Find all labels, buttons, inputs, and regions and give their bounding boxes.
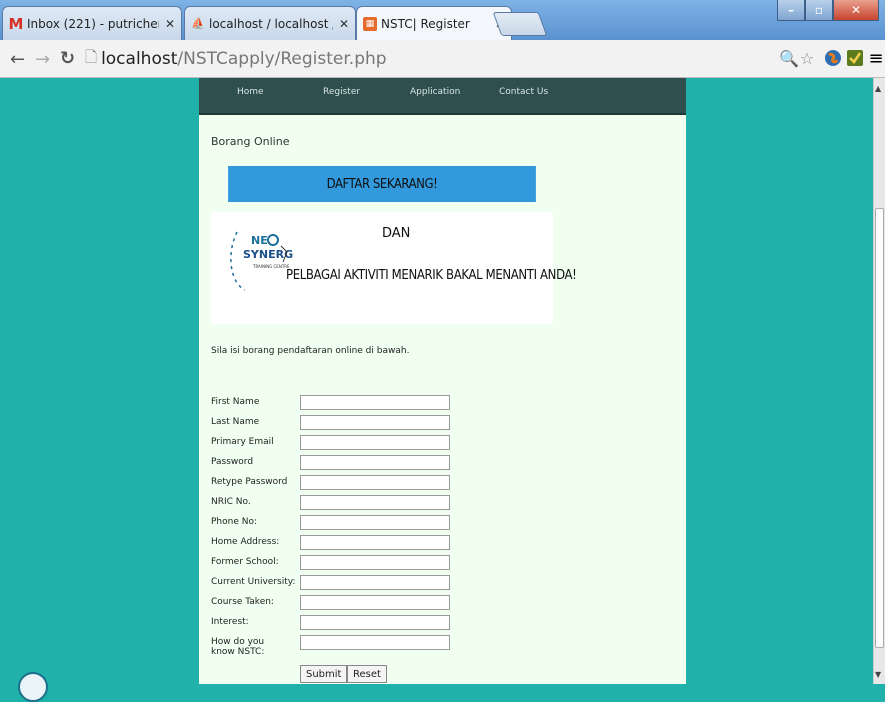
field-label: Primary Email: [211, 437, 274, 447]
url-host: localhost: [101, 49, 178, 69]
neo-synergy-logo: NE SYNERG TRAINING CENTRE: [230, 231, 293, 291]
promo-tagline: PELBAGAI AKTIVITI MENARIK BAKAL MENANTI …: [286, 268, 577, 283]
close-icon[interactable]: ✕: [165, 17, 175, 31]
tab-strip: M Inbox (221) - putrichempa ✕ ⛵ localhos…: [0, 0, 885, 40]
tab-register[interactable]: ▦ NSTC| Register ✕: [356, 6, 512, 40]
password-input[interactable]: [300, 455, 450, 470]
maximize-button[interactable]: ▫: [805, 0, 833, 21]
svg-text:TRAINING CENTRE: TRAINING CENTRE: [252, 264, 290, 269]
nric-input[interactable]: [300, 495, 450, 510]
former-school-input[interactable]: [300, 555, 450, 570]
field-label: Password: [211, 457, 254, 467]
promo-image: NE SYNERG TRAINING CENTRE DAN PELBAGAI A…: [211, 212, 577, 324]
interest-input[interactable]: [300, 615, 450, 630]
page-container: Home Register Application Contact Us Bor…: [199, 78, 686, 684]
how-know-input[interactable]: [300, 635, 450, 650]
current-university-input[interactable]: [300, 575, 450, 590]
email-input[interactable]: [300, 435, 450, 450]
tab-title: localhost / localhost / nsti: [209, 16, 333, 31]
extension-globe-icon[interactable]: [822, 47, 844, 69]
field-label: How do you know NSTC:: [211, 637, 265, 657]
course-taken-input[interactable]: [300, 595, 450, 610]
retype-password-input[interactable]: [300, 475, 450, 490]
close-window-button[interactable]: ✕: [833, 0, 879, 21]
register-banner: DAFTAR SEKARANG!: [228, 166, 536, 202]
menu-icon[interactable]: ≡: [865, 47, 885, 69]
close-icon[interactable]: ✕: [339, 17, 349, 31]
tab-title: Inbox (221) - putrichempa: [27, 16, 159, 31]
site-icon: ▦: [363, 16, 377, 31]
form-row: Last Name: [211, 414, 471, 434]
form-row: How do you know NSTC:: [211, 634, 471, 657]
field-label: Retype Password: [211, 477, 288, 487]
window-controls: – ▫ ✕: [777, 0, 879, 21]
forward-arrow-icon[interactable]: →: [35, 49, 50, 70]
page-title: Borang Online: [211, 135, 290, 148]
star-icon[interactable]: ☆: [796, 47, 818, 69]
intro-text: Sila isi borang pendaftaran online di ba…: [211, 346, 410, 356]
nav-contact-us[interactable]: Contact Us: [499, 87, 548, 97]
gmail-icon: M: [8, 14, 24, 33]
nav-register[interactable]: Register: [323, 87, 360, 97]
scrollbar-thumb[interactable]: [875, 208, 884, 648]
svg-text:NE: NE: [251, 234, 268, 247]
field-label: NRIC No.: [211, 497, 251, 507]
form-row: Home Address:: [211, 534, 471, 554]
promo-dan: DAN: [382, 226, 411, 241]
reload-icon[interactable]: ↻: [60, 48, 75, 69]
form-row: Former School:: [211, 554, 471, 574]
site-navbar: Home Register Application Contact Us: [199, 78, 686, 115]
field-label: Former School:: [211, 557, 279, 567]
url-path: /NSTCapply/Register.php: [177, 49, 387, 69]
minimize-button[interactable]: –: [777, 0, 805, 21]
field-label: Interest:: [211, 617, 249, 627]
form-row: Course Taken:: [211, 594, 471, 614]
page-icon: 🗋: [85, 47, 98, 66]
form-row: Interest:: [211, 614, 471, 634]
form-row: Phone No:: [211, 514, 471, 534]
form-row: Current University:: [211, 574, 471, 594]
tab-phpmyadmin[interactable]: ⛵ localhost / localhost / nsti ✕: [184, 6, 356, 40]
field-label: Current University:: [211, 577, 296, 587]
submit-button[interactable]: Submit: [300, 665, 348, 683]
form-row: First Name: [211, 394, 471, 414]
nav-application[interactable]: Application: [410, 87, 460, 97]
new-tab-button[interactable]: [492, 12, 548, 36]
phone-input[interactable]: [300, 515, 450, 530]
scroll-down-arrow-icon[interactable]: ▼: [875, 670, 881, 679]
field-label: Course Taken:: [211, 597, 274, 607]
reset-button[interactable]: Reset: [347, 665, 387, 683]
tab-gmail[interactable]: M Inbox (221) - putrichempa ✕: [2, 6, 182, 40]
address-bar[interactable]: 🗋 localhost/NSTCapply/Register.php: [85, 45, 755, 73]
phpmyadmin-icon: ⛵: [191, 17, 205, 30]
field-label: Last Name: [211, 417, 260, 427]
field-label: Home Address:: [211, 537, 280, 547]
form-row: Password: [211, 454, 471, 474]
form-row: Retype Password: [211, 474, 471, 494]
extension-check-icon[interactable]: [844, 47, 866, 69]
field-label: Phone No:: [211, 517, 258, 527]
form-row: Primary Email: [211, 434, 471, 454]
first-name-input[interactable]: [300, 395, 450, 410]
home-address-input[interactable]: [300, 535, 450, 550]
back-arrow-icon[interactable]: ←: [10, 49, 25, 70]
scroll-up-arrow-icon[interactable]: ▲: [875, 84, 881, 93]
taskbar-orb-icon: [18, 672, 48, 702]
vertical-scrollbar[interactable]: ▲ ▼: [873, 78, 885, 684]
field-label: First Name: [211, 397, 260, 407]
last-name-input[interactable]: [300, 415, 450, 430]
form-row: NRIC No.: [211, 494, 471, 514]
nav-home[interactable]: Home: [237, 87, 264, 97]
tab-title: NSTC| Register: [381, 16, 470, 31]
